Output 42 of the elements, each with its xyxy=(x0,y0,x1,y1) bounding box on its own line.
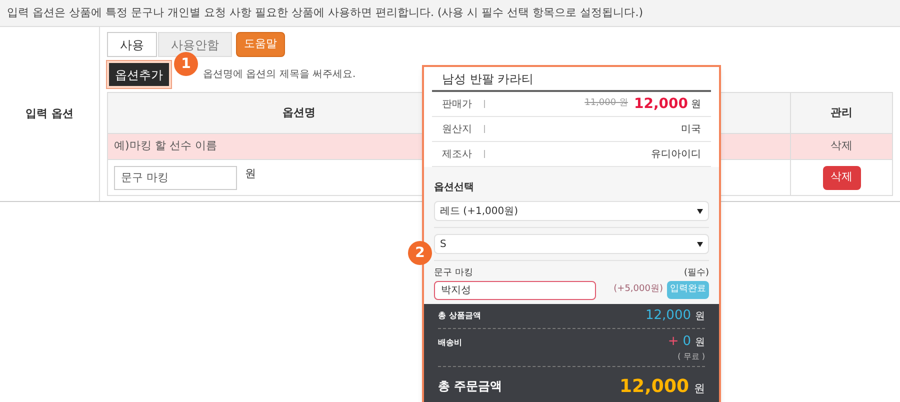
option-select[interactable]: S xyxy=(434,234,709,254)
plus-sign: + xyxy=(668,332,679,350)
info-label: 제조사 xyxy=(442,148,473,162)
add-option-button[interactable]: 옵션추가 xyxy=(107,61,171,88)
dropdown-arrow-icon xyxy=(697,208,703,214)
section-label: 입력 옵션 xyxy=(26,106,74,122)
table-cell-text: 예)마킹 할 선수 이름 xyxy=(113,138,218,154)
price-unit: 원 xyxy=(691,98,701,112)
total-label: 총 주문금액 xyxy=(438,378,502,395)
usage-tab[interactable]: 사용안함 xyxy=(158,32,232,57)
hint-text: 옵션명에 옵션의 제목을 써주세요. xyxy=(203,68,356,82)
shipping-amount: 0 xyxy=(682,332,691,350)
info-value: 미국 xyxy=(681,122,701,136)
delete-button[interactable]: 삭제 xyxy=(822,166,860,190)
option-section-title: 옵션선택 xyxy=(434,182,474,193)
surcharge-text: (+5,000원) xyxy=(614,283,663,296)
total-unit: 원 xyxy=(694,380,705,396)
table-cell-text: 삭제 xyxy=(830,138,854,154)
original-price: 11,000 원 xyxy=(584,97,628,110)
column-header: 관리 xyxy=(830,104,854,121)
text-option-label: 문구 마킹 xyxy=(434,267,473,280)
step-badge: 2 xyxy=(408,241,432,265)
required-text: (필수) xyxy=(684,267,709,280)
option-name-field[interactable]: 문구 마킹 xyxy=(114,166,237,190)
info-label: 판매가 xyxy=(442,98,473,112)
step-badge: 1 xyxy=(174,52,198,76)
sale-price: 12,000 xyxy=(634,94,688,114)
usage-tab[interactable]: 사용 xyxy=(107,32,157,57)
shipping-label: 배송비 xyxy=(438,336,462,348)
subtotal-amount: 12,000 xyxy=(646,306,691,325)
info-value: 유디아이디 xyxy=(651,148,701,162)
dropdown-arrow-icon xyxy=(697,242,703,246)
shipping-note: ( 무료 ) xyxy=(678,351,705,363)
total-amount: 12,000 xyxy=(620,374,689,398)
option-select[interactable]: 레드 (+1,000원) xyxy=(434,201,709,221)
unit-text: 원 xyxy=(245,166,256,182)
subtotal-label: 총 상품금액 xyxy=(438,310,481,322)
product-title: 남성 반팔 카라티 xyxy=(442,70,534,88)
subtotal-unit: 원 xyxy=(695,310,705,324)
shipping-unit: 원 xyxy=(695,336,705,350)
notice-text: 입력 옵션은 상품에 특정 문구나 개인별 요청 사항 필요한 상품에 사용하면 편리합니다. (사용 시 필수 선택 항목으로 설정됩니다.) xyxy=(7,4,644,21)
marking-text-field[interactable]: 박지성 xyxy=(434,280,596,300)
